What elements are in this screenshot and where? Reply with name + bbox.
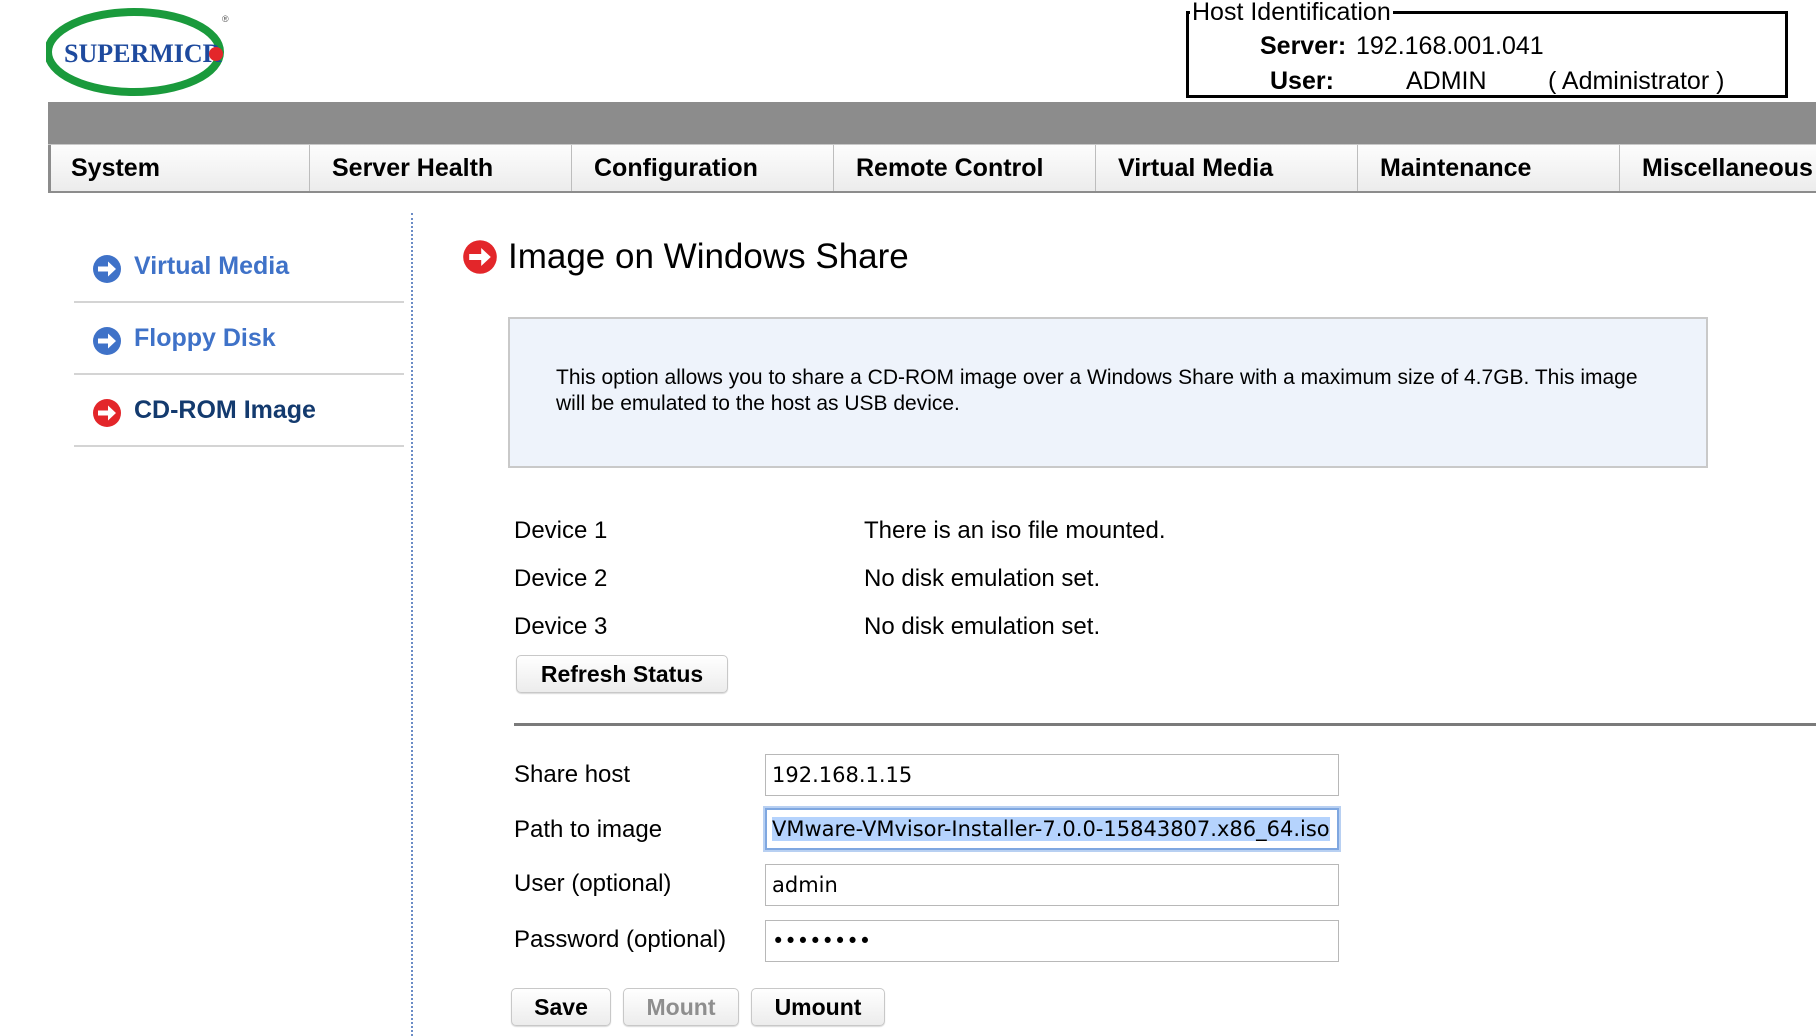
password-input[interactable]: •••••••• [765, 920, 1339, 962]
logo-text: SUPERMICR [64, 39, 222, 68]
sidebar-item-floppy-disk[interactable]: Floppy Disk [74, 304, 404, 375]
password-label: Password (optional) [514, 926, 727, 953]
arrow-right-circle-red-icon [463, 240, 497, 274]
sidebar-item-label: Floppy Disk [134, 324, 276, 352]
user-input[interactable]: admin [765, 864, 1339, 906]
nav-maintenance[interactable]: Maintenance [1358, 145, 1620, 191]
save-button[interactable]: Save [511, 988, 611, 1026]
arrow-right-circle-red-icon [93, 399, 121, 427]
sidebar-item-label: CD-ROM Image [134, 396, 316, 424]
share-host-label: Share host [514, 761, 631, 788]
user-value: ADMIN [1406, 67, 1487, 95]
refresh-status-button[interactable]: Refresh Status [516, 655, 728, 693]
path-to-image-value: VMware-VMvisor-Installer-7.0.0-15843807.… [772, 817, 1330, 841]
page-title: Image on Windows Share [508, 237, 909, 276]
logo-registered: ® [222, 14, 229, 24]
user-label-field: User (optional) [514, 870, 672, 897]
server-label: Server: [1260, 32, 1347, 60]
path-to-image-input[interactable]: VMware-VMvisor-Installer-7.0.0-15843807.… [765, 808, 1339, 850]
user-label: User: [1270, 67, 1334, 95]
nav-system[interactable]: System [48, 145, 310, 191]
device-3-status: No disk emulation set. [864, 613, 1101, 640]
device-3-label: Device 3 [514, 613, 608, 640]
sidebar-item-virtual-media[interactable]: Virtual Media [74, 232, 404, 303]
host-identification-legend: Host Identification [1190, 0, 1393, 26]
info-box: This option allows you to share a CD-ROM… [508, 317, 1708, 468]
mount-button[interactable]: Mount [623, 988, 739, 1026]
device-2-status: No disk emulation set. [864, 565, 1101, 592]
supermicro-logo: SUPERMICR ® [46, 8, 229, 96]
arrow-right-circle-blue-icon [93, 255, 121, 283]
path-to-image-label: Path to image [514, 816, 663, 843]
nav-virtual-media[interactable]: Virtual Media [1096, 145, 1358, 191]
user-role: ( Administrator ) [1548, 67, 1725, 95]
umount-button[interactable]: Umount [751, 988, 885, 1026]
arrow-right-circle-blue-icon [93, 327, 121, 355]
nav-configuration[interactable]: Configuration [572, 145, 834, 191]
nav-server-health[interactable]: Server Health [310, 145, 572, 191]
logo-dot [209, 47, 223, 61]
sidebar-item-label: Virtual Media [134, 252, 290, 280]
sidebar-item-cdrom-image[interactable]: CD-ROM Image [74, 376, 404, 447]
device-1-status: There is an iso file mounted. [864, 517, 1166, 544]
header-band [48, 102, 1816, 144]
server-value: 192.168.001.041 [1356, 32, 1544, 60]
nav-remote-control[interactable]: Remote Control [834, 145, 1096, 191]
device-2-label: Device 2 [514, 565, 608, 592]
sidebar-divider [411, 213, 413, 1036]
top-nav: System Server Health Configuration Remot… [48, 144, 1816, 193]
nav-miscellaneous[interactable]: Miscellaneous [1620, 145, 1816, 191]
section-divider [514, 723, 1816, 726]
share-host-input[interactable]: 192.168.1.15 [765, 754, 1339, 796]
info-text: This option allows you to share a CD-ROM… [556, 366, 1638, 415]
device-1-label: Device 1 [514, 517, 608, 544]
